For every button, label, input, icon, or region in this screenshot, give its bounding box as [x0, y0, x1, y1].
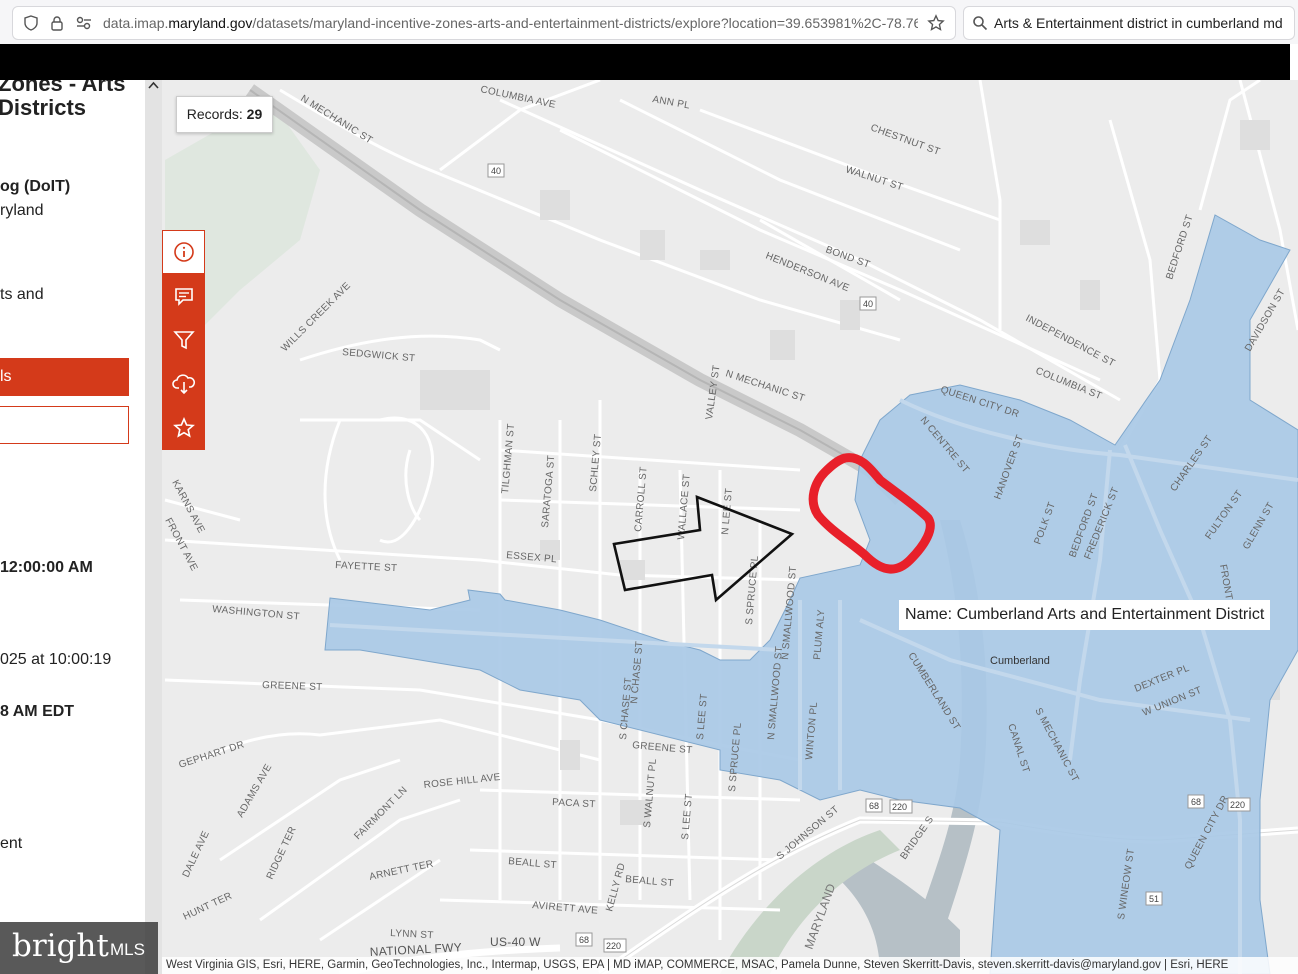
street-label: GREENE ST	[262, 680, 323, 693]
street-label: ANN PL	[651, 94, 690, 111]
search-text: Arts & Entertainment district in cumberl…	[994, 15, 1283, 31]
street-label: ARNETT TER	[368, 859, 434, 883]
street-label: AVIRETT AVE	[532, 900, 599, 917]
district-polygon	[324, 214, 1298, 974]
place-label: Cumberland	[990, 655, 1050, 667]
street-label: WALNUT ST	[844, 164, 904, 193]
secondary-button[interactable]	[0, 406, 129, 444]
download-button[interactable]	[162, 362, 205, 406]
favorite-button[interactable]	[162, 406, 205, 450]
map-view[interactable]: COLUMBIA AVE ANN PL CHESTNUT ST N MECHAN…	[162, 80, 1298, 974]
filter-button[interactable]	[162, 318, 205, 362]
street-label: WASHINGTON ST	[212, 604, 300, 623]
street-label: SARATOGA ST	[540, 455, 557, 529]
street-label: WILLS CREEK AVE	[279, 280, 353, 354]
street-label: CARROLL ST	[633, 466, 650, 532]
panel-organization[interactable]: og (DoIT)	[0, 178, 70, 196]
download-icon	[171, 374, 195, 395]
search-bar[interactable]: Arts & Entertainment district in cumberl…	[963, 6, 1295, 40]
details-button-label: ls	[0, 368, 12, 385]
street-label: PACA ST	[552, 797, 596, 810]
search-icon	[972, 15, 988, 35]
browser-toolbar: data.imap.maryland.gov/datasets/maryland…	[0, 0, 1298, 44]
street-label: S SPRUCE PL	[744, 555, 761, 625]
street-label: BEDFORD ST	[1164, 213, 1195, 281]
street-label: BEALL ST	[508, 856, 557, 871]
map-attribution[interactable]: West Virginia GIS, Esri, HERE, Garmin, G…	[162, 957, 1298, 974]
route-shield: 220	[1230, 800, 1245, 810]
details-panel: Zones - Arts Districts og (DoIT) ryland …	[0, 80, 145, 974]
route-shield: 40	[863, 299, 873, 309]
street-label: SEDGWICK ST	[342, 347, 416, 364]
street-label: S WALNUT PL	[642, 758, 659, 828]
details-button[interactable]: ls	[0, 358, 129, 396]
panel-description: ts and	[0, 286, 44, 303]
watermark-mls: MLS	[110, 940, 145, 959]
shield-icon[interactable]	[23, 15, 39, 35]
route-shield: 68	[1191, 797, 1201, 807]
panel-title-line1: Zones - Arts	[0, 80, 126, 96]
panel-tag: ent	[0, 835, 23, 852]
info-icon	[173, 242, 194, 262]
street-label: GEPHART DR	[178, 739, 246, 771]
street-label: FAYETTE ST	[335, 560, 398, 574]
street-label: INDEPENDENCE ST	[1024, 313, 1117, 369]
filter-icon	[172, 331, 195, 350]
panel-created-value: 12:00:00 AM	[0, 559, 93, 576]
panel-title-line2: Districts	[0, 95, 87, 120]
header-band	[0, 44, 1298, 80]
street-label: DALE AVE	[181, 829, 212, 879]
street-label: BEALL ST	[625, 874, 674, 889]
map-toolbar	[162, 230, 205, 450]
lock-icon[interactable]	[49, 15, 65, 35]
records-value: 29	[246, 106, 263, 122]
basemap: COLUMBIA AVE ANN PL CHESTNUT ST N MECHAN…	[162, 80, 1298, 974]
street-label: TILGHMAN ST	[500, 423, 517, 494]
records-count: Records: 29	[176, 96, 273, 133]
star-icon	[172, 417, 195, 438]
route-shield: 51	[1149, 894, 1159, 904]
street-label: US-40 W	[490, 935, 541, 949]
street-label: SCHLEY ST	[588, 433, 604, 492]
street-label: ROSE HILL AVE	[423, 772, 501, 791]
comment-icon	[174, 288, 193, 306]
street-label: RIDGE TER	[265, 825, 299, 881]
url-text: data.imap.maryland.gov/datasets/maryland…	[103, 15, 918, 31]
route-shield: 68	[869, 801, 879, 811]
panel-organization-sub: ryland	[0, 202, 44, 219]
route-shield: 40	[491, 166, 501, 176]
panel-scrollbar[interactable]	[145, 80, 162, 974]
comment-button[interactable]	[162, 274, 205, 318]
panel-updated-value: 025 at 10:00:19	[0, 651, 112, 668]
address-bar[interactable]: data.imap.maryland.gov/datasets/maryland…	[12, 6, 956, 40]
route-shield: 68	[579, 935, 589, 945]
route-shield: 220	[606, 941, 621, 951]
street-label: HUNT TER	[182, 891, 234, 923]
street-label: S LEE ST	[680, 793, 695, 840]
scroll-up-icon[interactable]	[148, 80, 159, 94]
info-button[interactable]	[162, 230, 205, 274]
records-label: Records:	[186, 106, 243, 122]
route-shield: 220	[892, 802, 907, 812]
page-settings-icon[interactable]	[75, 15, 93, 35]
street-label: CHESTNUT ST	[869, 122, 941, 157]
street-label: ADAMS AVE	[235, 762, 274, 819]
bright-mls-watermark: bright MLS	[0, 922, 158, 974]
street-label: LYNN ST	[390, 928, 434, 941]
bookmark-star-icon[interactable]	[927, 14, 945, 36]
feature-tooltip: Name: Cumberland Arts and Entertainment …	[899, 600, 1271, 630]
panel-updated-time: 8 AM EDT	[0, 703, 75, 720]
watermark-brand: bright	[12, 928, 109, 964]
